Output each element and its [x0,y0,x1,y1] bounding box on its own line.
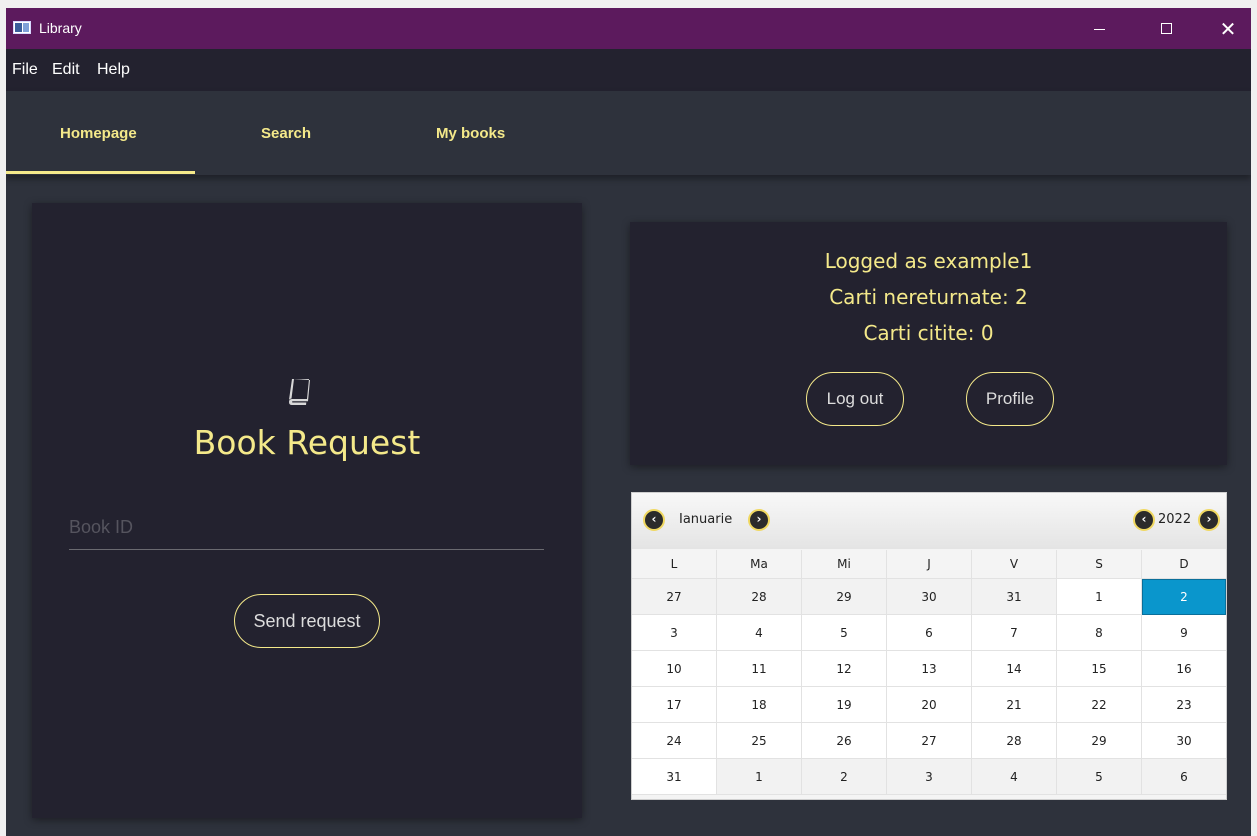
calendar-day[interactable]: 3 [632,615,717,651]
calendar-day[interactable]: 3 [887,759,972,795]
minimize-button[interactable] [1076,8,1122,49]
tab-my-books[interactable]: My books [436,125,505,142]
chevron-right-icon: › [1206,512,1212,526]
read-books-label: Carti citite: 0 [863,321,994,345]
maximize-button[interactable] [1143,8,1189,49]
calendar-day[interactable]: 1 [1057,579,1142,615]
tab-homepage[interactable]: Homepage [60,125,137,142]
calendar-day[interactable]: 26 [802,723,887,759]
calendar-day[interactable]: 14 [972,651,1057,687]
calendar-day[interactable]: 10 [632,651,717,687]
minimize-icon [1093,29,1105,30]
calendar-day[interactable]: 12 [802,651,887,687]
calendar-week-row: 17 18 19 20 21 22 23 [632,687,1226,723]
calendar-day[interactable]: 19 [802,687,887,723]
calendar-day[interactable]: 7 [972,615,1057,651]
weekday-label: L [632,550,717,579]
calendar-day[interactable]: 28 [717,579,802,615]
chevron-left-icon: ‹ [1141,512,1147,526]
calendar-day[interactable]: 5 [802,615,887,651]
menu-edit[interactable]: Edit [52,61,80,79]
menu-file[interactable]: File [12,61,38,79]
close-button[interactable]: ✕ [1205,8,1251,49]
calendar-day[interactable]: 20 [887,687,972,723]
book-icon [289,379,310,405]
library-window: Library ✕ File Edit Help Homepage Search… [6,8,1251,836]
book-request-panel: Book Request Send request [32,203,582,818]
calendar-day[interactable]: 8 [1057,615,1142,651]
calendar-week-row: 10 11 12 13 14 15 16 [632,651,1226,687]
window-title: Library [39,20,82,36]
weekday-label: Mi [802,550,887,579]
weekday-label: Ma [717,550,802,579]
calendar-day[interactable]: 30 [1142,723,1226,759]
calendar-day[interactable]: 29 [1057,723,1142,759]
calendar-week-row: 27 28 29 30 31 1 2 [632,579,1226,615]
calendar-week-row: 24 25 26 27 28 29 30 [632,723,1226,759]
user-info-panel: Logged as example1 Carti nereturnate: 2 … [630,222,1227,465]
weekday-label: V [972,550,1057,579]
close-icon: ✕ [1219,16,1237,41]
app-icon [13,21,31,34]
calendar-week-row: 31 1 2 3 4 5 6 [632,759,1226,795]
calendar-day[interactable]: 6 [887,615,972,651]
send-request-button[interactable]: Send request [234,594,380,648]
calendar-grid: L Ma Mi J V S D 27 28 29 30 31 1 2 3 4 5 [632,550,1226,795]
calendar-day[interactable]: 21 [972,687,1057,723]
year-label: 2022 [1158,512,1192,527]
chevron-left-icon: ‹ [651,512,657,526]
calendar-day[interactable]: 16 [1142,651,1226,687]
calendar-day[interactable]: 9 [1142,615,1226,651]
calendar-day[interactable]: 15 [1057,651,1142,687]
calendar-day[interactable]: 11 [717,651,802,687]
log-out-button[interactable]: Log out [806,372,904,426]
profile-button[interactable]: Profile [966,372,1054,426]
tab-bar: Homepage Search My books [6,91,1251,175]
calendar: ‹ Ianuarie › ‹ 2022 › L Ma Mi J V S D 27… [631,492,1227,800]
active-tab-indicator [6,171,195,174]
weekday-label: S [1057,550,1142,579]
next-month-button[interactable]: › [748,509,770,531]
menu-help[interactable]: Help [97,61,130,79]
calendar-day[interactable]: 27 [632,579,717,615]
calendar-week-row: 3 4 5 6 7 8 9 [632,615,1226,651]
next-year-button[interactable]: › [1198,509,1220,531]
previous-year-button[interactable]: ‹ [1133,509,1155,531]
book-id-input[interactable] [69,506,544,550]
calendar-day[interactable]: 23 [1142,687,1226,723]
calendar-day[interactable]: 31 [972,579,1057,615]
calendar-day[interactable]: 4 [717,615,802,651]
calendar-day-selected[interactable]: 2 [1142,579,1226,615]
previous-month-button[interactable]: ‹ [643,509,665,531]
calendar-day[interactable]: 31 [632,759,717,795]
calendar-day[interactable]: 22 [1057,687,1142,723]
calendar-header: ‹ Ianuarie › ‹ 2022 › [632,493,1226,549]
calendar-day[interactable]: 6 [1142,759,1226,795]
calendar-day[interactable]: 27 [887,723,972,759]
title-bar[interactable]: Library ✕ [6,8,1251,49]
calendar-day[interactable]: 25 [717,723,802,759]
chevron-right-icon: › [756,512,762,526]
tab-search[interactable]: Search [261,125,311,142]
calendar-day[interactable]: 18 [717,687,802,723]
calendar-day[interactable]: 28 [972,723,1057,759]
calendar-day[interactable]: 4 [972,759,1057,795]
logged-as-label: Logged as example1 [824,249,1033,273]
book-request-title: Book Request [193,423,421,462]
menu-bar: File Edit Help [6,49,1251,91]
calendar-day[interactable]: 2 [802,759,887,795]
calendar-day[interactable]: 13 [887,651,972,687]
calendar-day[interactable]: 17 [632,687,717,723]
weekday-label: D [1142,550,1226,579]
weekday-header-row: L Ma Mi J V S D [632,550,1226,579]
unreturned-books-label: Carti nereturnate: 2 [829,285,1028,309]
calendar-day[interactable]: 24 [632,723,717,759]
calendar-day[interactable]: 5 [1057,759,1142,795]
month-label: Ianuarie [679,512,733,527]
maximize-icon [1160,23,1172,34]
calendar-day[interactable]: 30 [887,579,972,615]
weekday-label: J [887,550,972,579]
calendar-day[interactable]: 29 [802,579,887,615]
calendar-day[interactable]: 1 [717,759,802,795]
